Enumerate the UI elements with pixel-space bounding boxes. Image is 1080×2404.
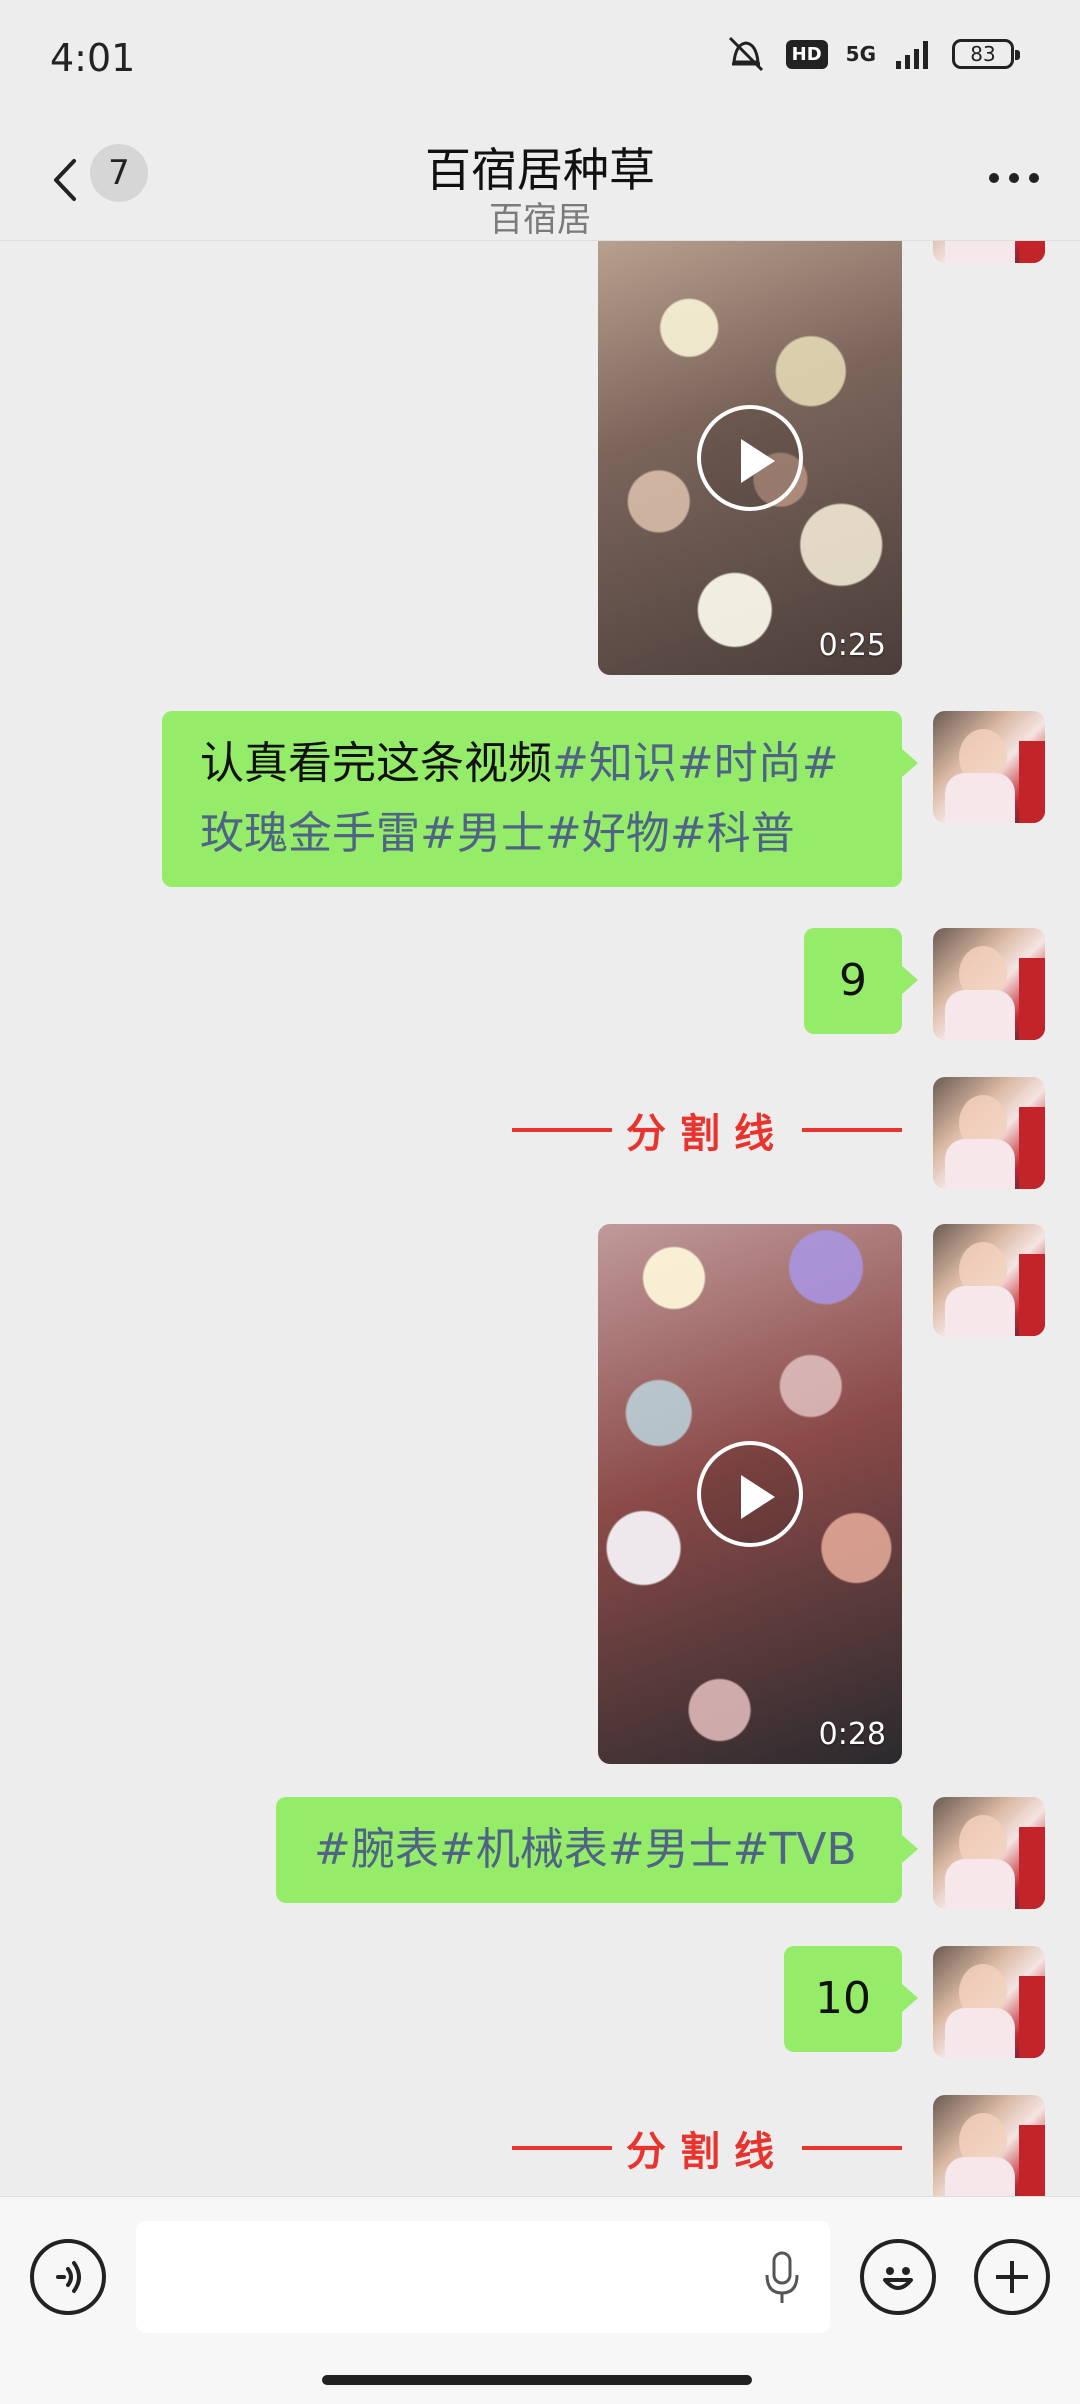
more-icon[interactable] [986,170,1042,186]
divider-message[interactable]: 分割线 [512,1101,902,1159]
signal-icon [896,41,928,69]
divider-line [512,2146,612,2150]
status-bar: 4:01 HD 5G 83 [0,0,1080,120]
voice-mode-button[interactable] [30,2239,106,2315]
avatar[interactable] [933,1077,1045,1189]
chat-header: 7 百宿居种草 百宿居 [0,120,1080,241]
avatar[interactable] [933,2095,1045,2196]
message-text: 10 [815,1973,871,2024]
avatar[interactable] [933,711,1045,823]
network-type: 5G [845,42,876,66]
message-text: 认真看完这条视频 [200,738,552,789]
status-time: 4:01 [50,36,136,80]
divider-line [512,1128,612,1132]
avatar[interactable] [933,928,1045,1040]
avatar[interactable] [933,1946,1045,2058]
status-icons: HD 5G 83 [724,34,1020,74]
emoji-icon [883,2267,913,2290]
message-input[interactable] [136,2221,830,2333]
chat-title: 百宿居种草 [425,143,655,197]
mute-bell-icon [728,36,763,72]
hashtag-text[interactable]: #腕表#机械表#男士#TVB [314,1824,857,1875]
divider-label: 分割线 [626,2129,788,2175]
avatar[interactable] [933,1797,1045,1909]
video-message[interactable]: 0:25 [598,241,902,675]
chat-subtitle: 百宿居 [489,200,591,240]
text-message[interactable]: 10 [784,1946,918,2052]
message-list[interactable]: 0:25 认真看完这条视频#知识#时尚# 玫瑰金手雷#男士#好物#科普 9 分割… [0,241,1080,2196]
play-icon[interactable] [697,405,803,511]
video-duration: 0:25 [818,628,886,663]
hashtag-text[interactable]: #知识#时尚# [552,738,839,789]
avatar[interactable] [933,241,1045,263]
divider-line [802,1128,902,1132]
add-more-button[interactable] [974,2239,1050,2315]
text-message[interactable]: 9 [804,928,918,1034]
hd-badge: HD [785,39,828,69]
text-message[interactable]: #腕表#机械表#男士#TVB [276,1797,918,1903]
battery-level: 83 [970,42,996,66]
input-bar [0,2196,1080,2404]
battery-icon: 83 [952,39,1020,69]
emoji-button[interactable] [860,2239,936,2315]
plus-icon [996,2261,1028,2293]
avatar[interactable] [933,1224,1045,1336]
divider-line [802,2146,902,2150]
home-indicator[interactable] [322,2375,752,2385]
divider-label: 分割线 [626,1111,788,1157]
voice-icon [56,2261,81,2293]
play-icon[interactable] [697,1441,803,1547]
divider-message[interactable]: 分割线 [512,2119,902,2177]
video-message[interactable]: 0:28 [598,1224,902,1764]
microphone-icon[interactable] [762,2249,802,2305]
text-message[interactable]: 认真看完这条视频#知识#时尚# 玫瑰金手雷#男士#好物#科普 [162,711,918,887]
hashtag-text[interactable]: 玫瑰金手雷#男士#好物#科普 [200,808,795,859]
video-duration: 0:28 [818,1717,886,1752]
message-text: 9 [839,955,867,1006]
